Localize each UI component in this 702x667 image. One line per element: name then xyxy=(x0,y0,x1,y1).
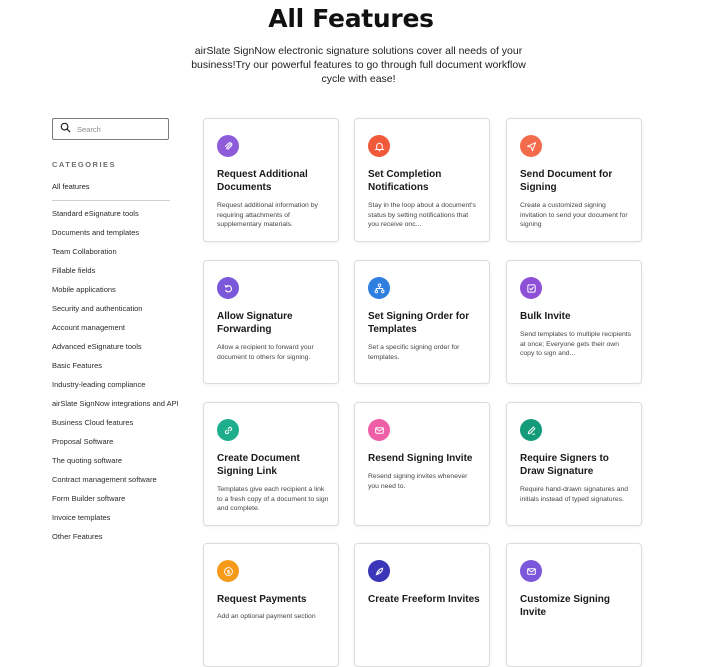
feature-title: Request Payments xyxy=(217,594,307,605)
feature-description: Add an optional payment section xyxy=(217,613,316,620)
feature-card[interactable]: Set Completion Notifications Stay in the… xyxy=(354,118,490,242)
category-item[interactable]: Fillable fields xyxy=(52,266,179,285)
category-item[interactable]: airSlate SignNow integrations and API xyxy=(52,399,179,418)
dollar-icon: $ xyxy=(217,560,239,582)
category-item[interactable]: Invoice templates xyxy=(52,513,179,532)
forward-icon xyxy=(217,277,239,299)
feature-title: Request Additional Documents xyxy=(217,169,308,193)
link-icon xyxy=(217,419,239,441)
feature-card[interactable]: $ Request Payments Add an optional payme… xyxy=(203,543,339,667)
feature-title: Resend Signing Invite xyxy=(368,453,473,464)
feature-description: Require hand-drawn signatures and initia… xyxy=(520,486,629,503)
feature-title: Require Signers to Draw Signature xyxy=(520,453,609,477)
category-item[interactable]: Account management xyxy=(52,323,179,342)
category-item[interactable]: Team Collaboration xyxy=(52,247,179,266)
feature-card[interactable]: Set Signing Order for Templates Set a sp… xyxy=(354,260,490,384)
envelope-edit-icon xyxy=(520,560,542,582)
envelope-icon xyxy=(368,419,390,441)
categories-heading: CATEGORIES xyxy=(52,160,117,169)
feature-description: Send templates to multiple recipients at… xyxy=(520,331,632,357)
pen-icon xyxy=(520,419,542,441)
category-item[interactable]: Industry-leading compliance xyxy=(52,380,179,399)
feature-description: Create a customized signing invitation t… xyxy=(520,202,628,228)
paperclip-icon xyxy=(217,135,239,157)
feature-card[interactable]: Request Additional Documents Request add… xyxy=(203,118,339,242)
bell-icon xyxy=(368,135,390,157)
feature-title: Set Signing Order for Templates xyxy=(368,311,470,335)
feature-card[interactable]: Create Document Signing Link Templates g… xyxy=(203,402,339,526)
feature-description: Set a specific signing order for templat… xyxy=(368,344,460,361)
category-item[interactable]: The quoting software xyxy=(52,456,179,475)
feature-title: Create Document Signing Link xyxy=(217,453,300,477)
category-all-features[interactable]: All features xyxy=(52,182,90,191)
feature-title: Create Freeform Invites xyxy=(368,594,480,605)
category-list: Standard eSignature tools Documents and … xyxy=(52,209,179,551)
feature-title: Allow Signature Forwarding xyxy=(217,311,293,335)
category-item[interactable]: Standard eSignature tools xyxy=(52,209,179,228)
feature-description: Request additional information by requir… xyxy=(217,202,318,228)
feature-card[interactable]: Create Freeform Invites xyxy=(354,543,490,667)
feature-description: Resend signing invites whenever you need… xyxy=(368,473,468,490)
category-item[interactable]: Advanced eSignature tools xyxy=(52,342,179,361)
search-placeholder: Search xyxy=(77,124,101,134)
feature-description: Stay in the loop about a document's stat… xyxy=(368,202,476,228)
feather-icon xyxy=(368,560,390,582)
category-item[interactable]: Other Features xyxy=(52,532,179,551)
svg-text:$: $ xyxy=(226,569,230,575)
feature-title: Bulk Invite xyxy=(520,311,571,322)
category-item[interactable]: Basic Features xyxy=(52,361,179,380)
search-icon xyxy=(60,120,71,138)
categories-divider xyxy=(52,200,170,201)
feature-title: Send Document for Signing xyxy=(520,169,613,193)
search-input[interactable]: Search xyxy=(52,118,169,140)
page-title: All Features xyxy=(268,4,434,33)
category-item[interactable]: Mobile applications xyxy=(52,285,179,304)
bulk-invite-icon xyxy=(520,277,542,299)
category-item[interactable]: Security and authentication xyxy=(52,304,179,323)
feature-title: Set Completion Notifications xyxy=(368,169,442,193)
feature-description: Allow a recipient to forward your docume… xyxy=(217,344,314,361)
feature-card[interactable]: Allow Signature Forwarding Allow a recip… xyxy=(203,260,339,384)
feature-card[interactable]: Customize Signing Invite xyxy=(506,543,642,667)
category-item[interactable]: Business Cloud features xyxy=(52,418,179,437)
feature-title: Customize Signing Invite xyxy=(520,594,610,618)
feature-card[interactable]: Send Document for Signing Create a custo… xyxy=(506,118,642,242)
hierarchy-icon xyxy=(368,277,390,299)
feature-card[interactable]: Require Signers to Draw Signature Requir… xyxy=(506,402,642,526)
page-subtitle: airSlate SignNow electronic signature so… xyxy=(191,45,526,85)
category-item[interactable]: Contract management software xyxy=(52,475,179,494)
feature-card[interactable]: Bulk Invite Send templates to multiple r… xyxy=(506,260,642,384)
category-item[interactable]: Proposal Software xyxy=(52,437,179,456)
feature-card[interactable]: Resend Signing Invite Resend signing inv… xyxy=(354,402,490,526)
category-item[interactable]: Form Builder software xyxy=(52,494,179,513)
category-item[interactable]: Documents and templates xyxy=(52,228,179,247)
send-icon xyxy=(520,135,542,157)
feature-description: Templates give each recipient a link to … xyxy=(217,486,329,512)
